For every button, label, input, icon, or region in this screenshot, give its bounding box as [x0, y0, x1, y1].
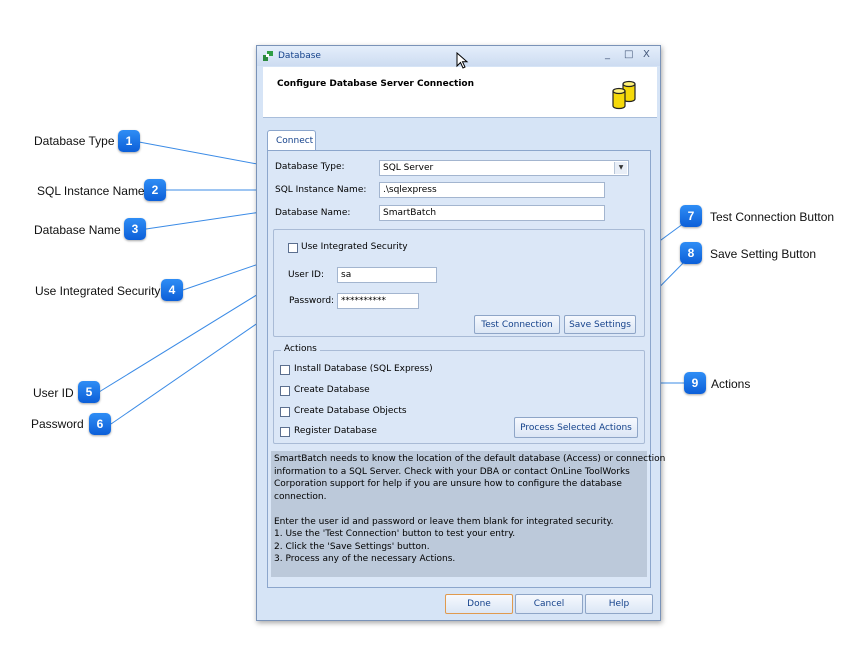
- install-database-checkbox[interactable]: [280, 365, 290, 375]
- callout-badge-7: 7: [680, 205, 702, 227]
- callout-line-1: [138, 141, 269, 167]
- close-button[interactable]: X: [643, 49, 650, 60]
- callout-label-database-type: Database Type: [34, 134, 115, 148]
- database-type-label: Database Type:: [275, 162, 345, 172]
- sql-instance-value: .\sqlexpress: [383, 185, 437, 195]
- process-selected-actions-button[interactable]: Process Selected Actions: [514, 417, 638, 438]
- maximize-button[interactable]: □: [624, 49, 633, 60]
- create-database-objects-label: Create Database Objects: [294, 406, 407, 416]
- sql-instance-label: SQL Instance Name:: [275, 185, 367, 195]
- database-dialog: Database _ □ X Configure Database Server…: [256, 45, 666, 621]
- callout-badge-3: 3: [124, 218, 146, 240]
- database-type-value: SQL Server: [383, 163, 434, 173]
- create-database-objects-checkbox[interactable]: [280, 407, 290, 417]
- help-text-line: connection.: [274, 491, 327, 502]
- callout-label-database-name: Database Name: [34, 223, 121, 237]
- register-database-checkbox[interactable]: [280, 427, 290, 437]
- password-label: Password:: [289, 296, 335, 306]
- help-text-line: 1. Use the 'Test Connection' button to t…: [274, 529, 516, 539]
- actions-legend: Actions: [281, 344, 320, 354]
- callout-label-password: Password: [31, 417, 84, 431]
- test-connection-button[interactable]: Test Connection: [474, 315, 560, 334]
- actions-group: Actions Install Database (SQL Express) C…: [273, 344, 645, 444]
- register-database-label: Register Database: [294, 426, 377, 436]
- help-button[interactable]: Help: [585, 594, 653, 614]
- database-name-label: Database Name:: [275, 208, 351, 218]
- done-button[interactable]: Done: [445, 594, 513, 614]
- cancel-button[interactable]: Cancel: [515, 594, 583, 614]
- callout-label-sql-instance-name: SQL Instance Name: [37, 184, 145, 198]
- help-text-line: 3. Process any of the necessary Actions.: [274, 554, 456, 564]
- callout-label-save-setting-button: Save Setting Button: [710, 247, 817, 261]
- app-icon: [263, 51, 273, 61]
- callout-label-test-connection-button: Test Connection Button: [710, 210, 835, 224]
- callout-label-actions: Actions: [711, 377, 751, 391]
- password-value: **********: [341, 296, 386, 306]
- database-name-value: SmartBatch: [383, 208, 437, 218]
- callout-badge-2: 2: [144, 179, 166, 201]
- integrated-security-label: Use Integrated Security: [301, 242, 408, 252]
- callout-badge-9: 9: [684, 372, 706, 394]
- authentication-group: Use Integrated Security User ID: sa Pass…: [273, 229, 645, 337]
- sql-instance-input[interactable]: .\sqlexpress: [379, 182, 605, 198]
- help-text-line: Corporation support for help if you are …: [274, 479, 622, 489]
- callout-badge-8: 8: [680, 242, 702, 264]
- database-name-input[interactable]: SmartBatch: [379, 205, 605, 221]
- help-text-line: SmartBatch needs to know the location of…: [274, 454, 666, 464]
- user-id-value: sa: [341, 270, 352, 280]
- create-database-label: Create Database: [294, 385, 370, 395]
- dialog-header: Configure Database Server Connection: [263, 67, 657, 118]
- callout-badge-4: 4: [161, 279, 183, 301]
- callout-badge-5: 5: [78, 381, 100, 403]
- tab-connect[interactable]: Connect: [267, 130, 316, 151]
- callout-badge-1: 1: [118, 130, 140, 152]
- create-database-checkbox[interactable]: [280, 386, 290, 396]
- callout-badge-6: 6: [89, 413, 111, 435]
- callout-label-use-integrated-security: Use Integrated Security: [35, 284, 161, 298]
- window-title: Database: [278, 51, 321, 61]
- help-text-line: [274, 503, 644, 516]
- help-text-line: Enter the user id and password or leave …: [274, 516, 614, 527]
- database-type-select[interactable]: SQL Server ▼: [379, 160, 629, 176]
- help-text-line: information to a SQL Server. Check with …: [274, 466, 630, 477]
- chevron-down-icon[interactable]: ▼: [614, 162, 627, 174]
- integrated-security-checkbox[interactable]: [288, 243, 298, 253]
- tab-connect-label: Connect: [276, 136, 314, 146]
- install-database-label: Install Database (SQL Express): [294, 364, 433, 374]
- callout-label-user-id: User ID: [33, 386, 74, 400]
- mouse-cursor-icon: [456, 52, 469, 69]
- user-id-input[interactable]: sa: [337, 267, 437, 283]
- callout-line-3: [145, 210, 269, 230]
- password-input[interactable]: **********: [337, 293, 419, 309]
- help-text-box: SmartBatch needs to know the location of…: [271, 451, 666, 577]
- minimize-button[interactable]: _: [605, 49, 610, 60]
- header-title: Configure Database Server Connection: [277, 79, 475, 89]
- help-text-line: 2. Click the 'Save Settings' button.: [274, 541, 430, 552]
- save-settings-button[interactable]: Save Settings: [564, 315, 636, 334]
- user-id-label: User ID:: [288, 270, 324, 280]
- database-icon: [612, 80, 636, 110]
